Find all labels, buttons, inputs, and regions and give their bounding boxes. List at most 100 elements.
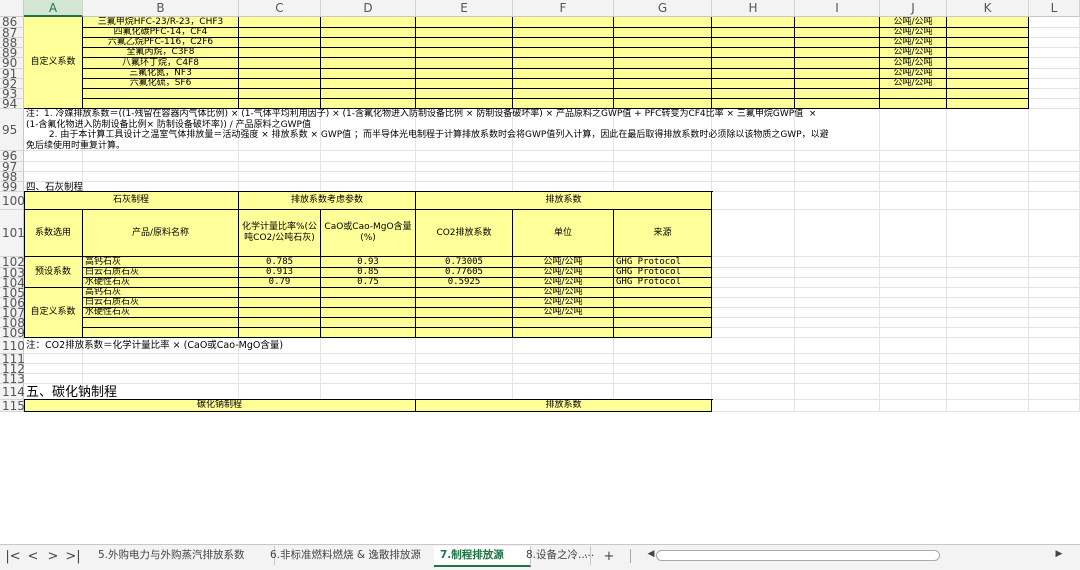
source-value[interactable]: GHG Protocol [614,257,712,268]
grid-cell[interactable] [24,151,83,162]
unit-cell[interactable]: 公吨/公吨 [880,17,947,28]
block1-cell[interactable] [321,38,416,48]
product-name-header[interactable]: 产品/原料名称 [83,210,239,257]
grid-cell[interactable] [795,182,880,192]
block1-cell[interactable] [712,48,795,58]
emission-factor-header[interactable]: 排放系数 [416,192,712,210]
grid-cell[interactable] [1029,354,1080,364]
unit-cell[interactable]: 公吨/公吨 [880,58,947,69]
grid-cell[interactable] [795,268,880,278]
grid-cell[interactable] [1029,384,1080,400]
grid-cell[interactable] [1029,17,1080,28]
grid-cell[interactable] [1029,338,1080,354]
row-header-100[interactable]: 100 [0,192,25,210]
grid-cell[interactable] [1029,109,1080,151]
grid-cell[interactable] [795,298,880,308]
block1-cell[interactable] [513,99,614,109]
grid-cell[interactable] [880,374,947,384]
grid-cell[interactable] [1029,89,1080,99]
block1-cell[interactable] [880,99,947,109]
unit-value[interactable]: 公吨/公吨 [513,257,614,268]
grid-cell[interactable] [614,374,712,384]
grid-cell[interactable] [614,162,712,172]
lime-custom-name[interactable]: 白云石质石灰 [83,298,239,308]
grid-cell[interactable] [712,278,795,288]
row-header-95[interactable]: 95 [0,109,24,151]
grid-cell[interactable] [795,364,880,374]
unit-header[interactable]: 单位 [513,210,614,257]
custom-factor-label-lime[interactable]: 自定义系数 [24,288,83,338]
grid-cell[interactable] [947,162,1029,172]
section5-factor-header[interactable]: 排放系数 [416,400,712,412]
block1-cell[interactable] [947,99,1029,109]
block1-cell[interactable] [321,28,416,38]
block1-cell[interactable] [712,38,795,48]
grid-cell[interactable] [321,384,416,400]
row-header-94[interactable]: 94 [0,97,24,111]
block1-cell[interactable] [712,17,795,28]
grid-cell[interactable] [83,374,239,384]
unit-value[interactable]: 公吨/公吨 [513,298,614,308]
block1-cell[interactable] [947,28,1029,38]
block1-cell[interactable] [795,69,880,79]
lime-product-name[interactable]: 水硬性石灰 [83,278,239,288]
lime-product-name[interactable]: 白云石质石灰 [83,268,239,278]
block1-cell[interactable] [947,89,1029,99]
scroll-right-icon[interactable]: ▶ [1050,549,1068,559]
grid-cell[interactable] [513,172,614,182]
grid-cell[interactable] [795,192,880,210]
block1-cell[interactable] [83,89,239,99]
block1-cell[interactable] [513,17,614,28]
column-header-e[interactable]: E [416,0,513,17]
grid-cell[interactable] [947,328,1029,338]
block1-cell[interactable] [614,48,712,58]
grid-cell[interactable] [1029,278,1080,288]
grid-cell[interactable] [947,318,1029,328]
grid-cell[interactable] [1029,182,1080,192]
grid-cell[interactable] [513,182,614,192]
grid-cell[interactable] [239,151,321,162]
grid-cell[interactable] [712,308,795,318]
block1-cell[interactable] [239,48,321,58]
block1-cell[interactable] [416,79,513,89]
grid-cell[interactable] [1029,38,1080,48]
co2-factor-value[interactable]: 0.5925 [416,278,513,288]
block1-cell[interactable] [513,69,614,79]
grid-cell[interactable] [947,374,1029,384]
grid-cell[interactable] [712,182,795,192]
factor-select-header[interactable]: 系数选用 [24,210,83,257]
block1-cell[interactable] [614,89,712,99]
gas-name-cell[interactable]: 全氟丙烷，C3F8 [83,48,239,58]
grid-cell[interactable] [712,268,795,278]
grid-cell[interactable] [712,328,795,338]
column-header-k[interactable]: K [947,0,1029,17]
grid-cell[interactable] [880,192,947,210]
grid-cell[interactable] [1029,308,1080,318]
block1-cell[interactable] [321,17,416,28]
grid-cell[interactable] [1029,400,1080,412]
params-header[interactable]: 排放系数考虑参数 [239,192,416,210]
grid-cell[interactable] [416,162,513,172]
column-header-f[interactable]: F [513,0,614,17]
grid-cell[interactable] [795,278,880,288]
grid-cell[interactable] [947,288,1029,298]
grid-cell[interactable] [83,364,239,374]
block1-cell[interactable] [614,28,712,38]
cao-content-value[interactable]: 0.93 [321,257,416,268]
grid-cell[interactable] [416,364,513,374]
block1-cell[interactable] [795,17,880,28]
gas-name-cell[interactable]: 六氟化硫，SF6 [83,79,239,89]
grid-cell[interactable] [24,354,83,364]
grid-cell[interactable] [321,151,416,162]
grid-cell[interactable] [795,308,880,318]
unit-cell[interactable]: 公吨/公吨 [880,38,947,48]
block1-cell[interactable] [83,99,239,109]
column-header-c[interactable]: C [239,0,321,17]
gas-name-cell[interactable]: 四氟化碳PFC-14，CF4 [83,28,239,38]
lime-custom-cell[interactable] [416,328,513,338]
grid-cell[interactable] [712,374,795,384]
lime-custom-name[interactable]: 高钙石灰 [83,288,239,298]
block1-cell[interactable] [712,69,795,79]
grid-cell[interactable] [880,182,947,192]
grid-cell[interactable] [712,172,795,182]
